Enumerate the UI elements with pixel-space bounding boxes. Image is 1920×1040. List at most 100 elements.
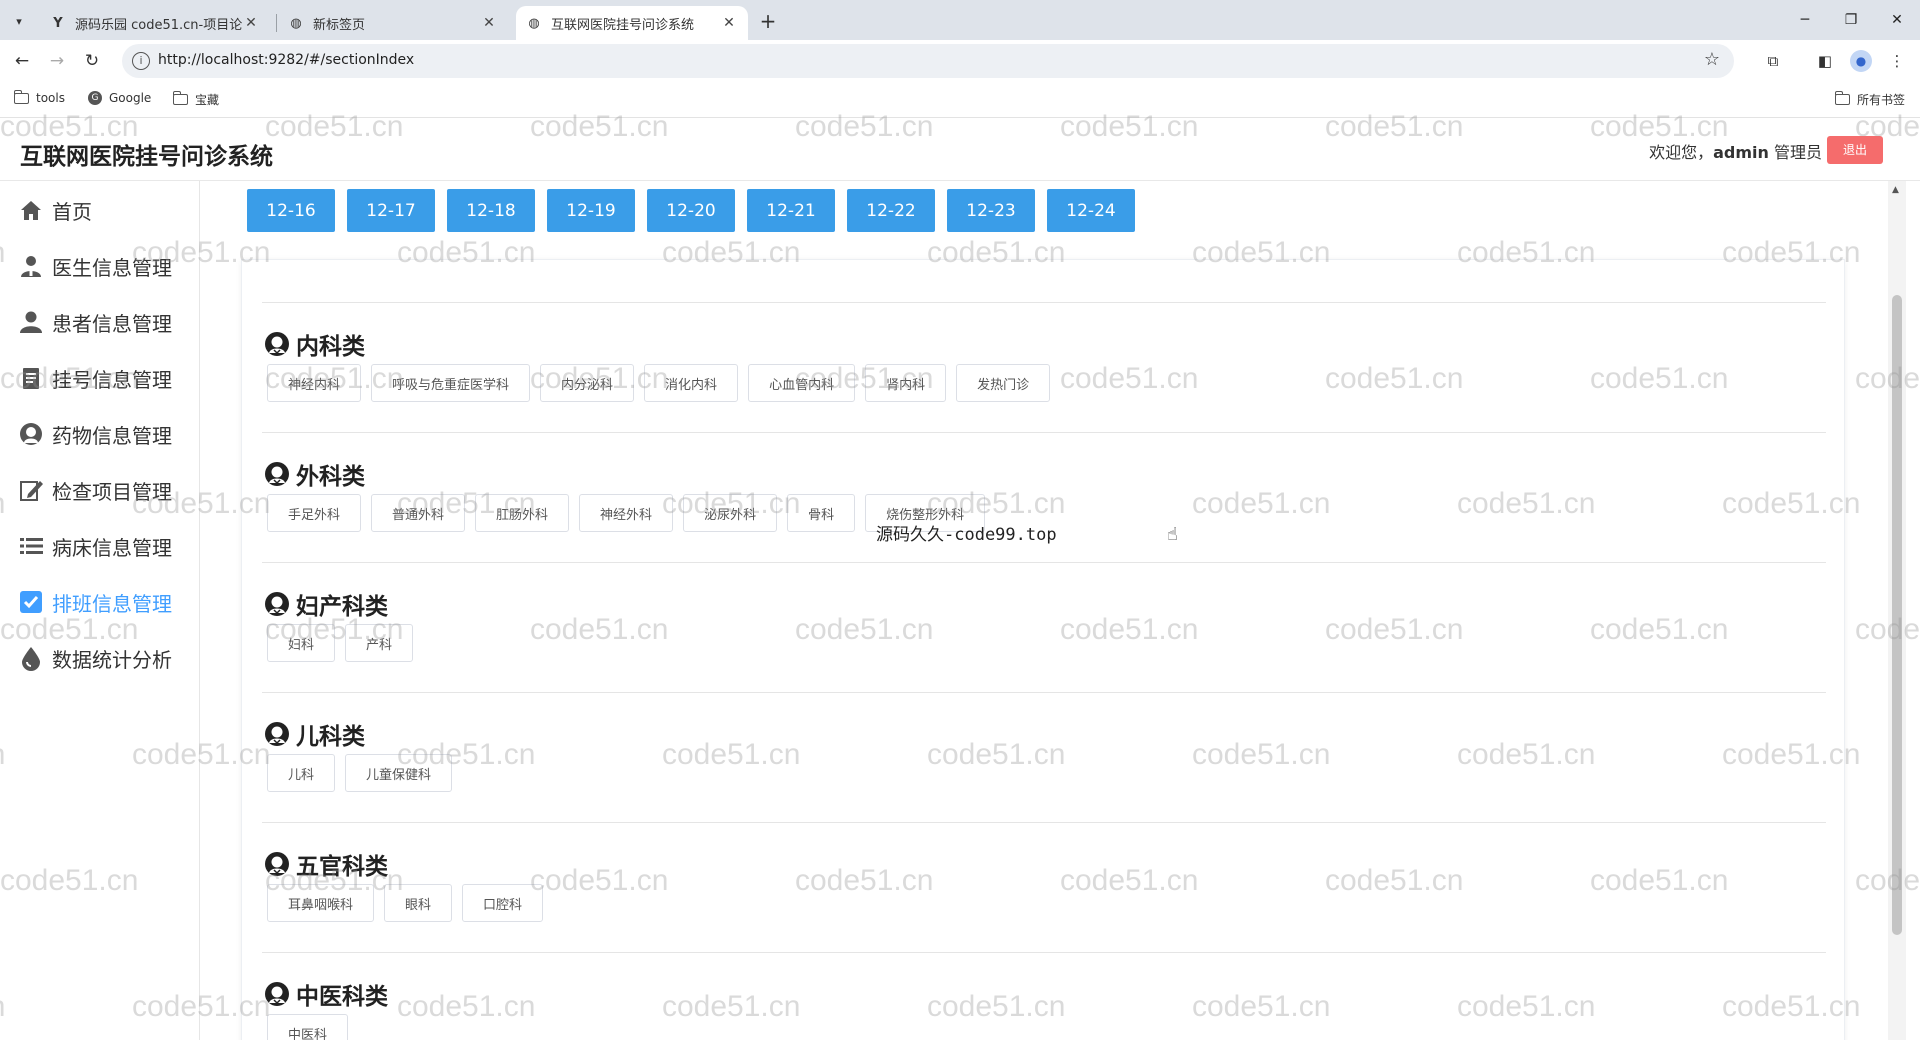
- date-button[interactable]: 12-20: [647, 189, 735, 232]
- category-section: 中医科类 中医科: [262, 952, 1826, 1040]
- tab-hospital-system[interactable]: ◍ 互联网医院挂号问诊系统 ✕: [516, 6, 748, 40]
- sidebar-item-medicine[interactable]: 药物信息管理: [18, 414, 172, 454]
- date-button[interactable]: 12-18: [447, 189, 535, 232]
- bookmark-label: 宝藏: [195, 93, 220, 107]
- tab-search-button[interactable]: ▾: [8, 10, 30, 32]
- department-button[interactable]: 神经外科: [579, 494, 674, 532]
- bookmarks-bar: tools G Google 宝藏 所有书签: [0, 82, 1920, 118]
- tab-title: 互联网医院挂号问诊系统: [551, 17, 695, 33]
- site-info-icon[interactable]: i: [132, 52, 150, 70]
- sidebar-item-stats[interactable]: 数据统计分析: [18, 638, 172, 678]
- doctor-icon: [18, 253, 44, 279]
- restore-icon[interactable]: ❐: [1836, 8, 1866, 32]
- category-title: 妇产科类: [264, 587, 388, 621]
- date-button[interactable]: 12-23: [947, 189, 1035, 232]
- sidebar-item-label: 挂号信息管理: [52, 367, 172, 392]
- department-card: 内科类 神经内科 呼吸与危重症医学科 内分泌科 消化内科 心血管内科 肾内科 发热门诊外科类手…: [241, 259, 1845, 1040]
- logout-button[interactable]: 退出: [1827, 136, 1883, 164]
- date-button[interactable]: 12-21: [747, 189, 835, 232]
- scroll-up-arrow-icon[interactable]: ▲: [1892, 185, 1899, 195]
- globe-icon: ◍: [528, 15, 540, 31]
- category-title: 中医科类: [264, 977, 388, 1011]
- yahoo-favicon-icon: Y: [53, 15, 63, 31]
- department-button[interactable]: 儿童保健科: [345, 754, 453, 792]
- sidebar-item-home[interactable]: 首页: [18, 190, 92, 230]
- date-button[interactable]: 12-16: [247, 189, 335, 232]
- date-button[interactable]: 12-17: [347, 189, 435, 232]
- reload-icon[interactable]: ↻: [80, 49, 104, 73]
- department-button[interactable]: 普通外科: [371, 494, 466, 532]
- category-name: 妇产科类: [296, 594, 388, 620]
- department-button[interactable]: 骨科: [787, 494, 856, 532]
- department-list: 中医科: [267, 1014, 358, 1040]
- bookmark-star-icon[interactable]: ☆: [1704, 49, 1720, 70]
- browser-tab-bar: ▾ Y 源码乐园 code51.cn-项目论文 ✕ ◍ 新标签页 ✕ ◍ 互联网…: [0, 0, 1920, 40]
- department-button[interactable]: 肛肠外科: [475, 494, 570, 532]
- scroll-thumb[interactable]: [1892, 295, 1902, 935]
- address-bar[interactable]: i http://localhost:9282/#/sectionIndex ☆: [122, 44, 1734, 78]
- close-icon[interactable]: ✕: [480, 15, 498, 31]
- doctor-avatar-icon: [264, 591, 290, 617]
- department-button[interactable]: 神经内科: [267, 364, 362, 402]
- category-name: 外科类: [296, 464, 365, 490]
- url-text[interactable]: http://localhost:9282/#/sectionIndex: [158, 52, 414, 68]
- date-button[interactable]: 12-19: [547, 189, 635, 232]
- sidebar-item-exam[interactable]: 检查项目管理: [18, 470, 172, 510]
- main-content: 12-16 12-17 12-18 12-19 12-20 12-21 12-22 12-23…: [222, 181, 1865, 1040]
- date-button[interactable]: 12-22: [847, 189, 935, 232]
- department-button[interactable]: 泌尿外科: [683, 494, 778, 532]
- sidebar-item-bed[interactable]: 病床信息管理: [18, 526, 172, 566]
- page-scrollbar[interactable]: ▲: [1888, 181, 1906, 1040]
- sidebar-item-label: 数据统计分析: [52, 647, 172, 672]
- date-button[interactable]: 12-24: [1047, 189, 1135, 232]
- sidebar-item-doctor[interactable]: 医生信息管理: [18, 246, 172, 286]
- sidebar-item-label: 药物信息管理: [52, 423, 172, 448]
- profile-avatar-icon[interactable]: ●: [1850, 50, 1872, 72]
- close-icon[interactable]: ✕: [720, 15, 738, 31]
- user-role: 管理员: [1773, 143, 1822, 162]
- new-tab-button[interactable]: +: [756, 9, 780, 33]
- tab-title: 新标签页: [313, 17, 366, 33]
- all-bookmarks[interactable]: 所有书签: [1834, 91, 1905, 108]
- extensions-icon[interactable]: ⧉: [1762, 50, 1784, 72]
- sidebar-item-registration[interactable]: 挂号信息管理: [18, 358, 172, 398]
- department-button[interactable]: 发热门诊: [956, 364, 1051, 402]
- side-panel-icon[interactable]: ◧: [1814, 50, 1836, 72]
- sidebar-item-schedule[interactable]: 排班信息管理: [18, 582, 172, 622]
- tab-code51[interactable]: Y 源码乐园 code51.cn-项目论文 ✕: [40, 6, 270, 40]
- tab-new-tab[interactable]: ◍ 新标签页 ✕: [278, 6, 508, 40]
- minimize-icon[interactable]: ─: [1790, 8, 1820, 32]
- department-button[interactable]: 肾内科: [865, 364, 947, 402]
- forward-arrow-icon[interactable]: →: [45, 49, 69, 73]
- bookmark-google[interactable]: G Google: [88, 91, 151, 105]
- category-section: 内科类 神经内科 呼吸与危重症医学科 内分泌科 消化内科 心血管内科 肾内科 发热门诊: [262, 302, 1826, 432]
- back-arrow-icon[interactable]: ←: [10, 49, 34, 73]
- window-close-icon[interactable]: ✕: [1882, 8, 1912, 32]
- bookmark-tools[interactable]: tools: [13, 89, 65, 105]
- sidebar-item-label: 检查项目管理: [52, 479, 172, 504]
- department-button[interactable]: 口腔科: [462, 884, 544, 922]
- department-button[interactable]: 耳鼻咽喉科: [267, 884, 375, 922]
- category-title: 外科类: [264, 457, 365, 491]
- sidebar-item-patient[interactable]: 患者信息管理: [18, 302, 172, 342]
- department-button[interactable]: 内分泌科: [540, 364, 635, 402]
- department-button[interactable]: 中医科: [267, 1014, 349, 1040]
- category-title: 内科类: [264, 327, 365, 361]
- app-title: 互联网医院挂号问诊系统: [20, 144, 273, 170]
- bookmark-treasure[interactable]: 宝藏: [172, 91, 220, 108]
- welcome-prefix: 欢迎您，: [1649, 143, 1714, 162]
- department-button[interactable]: 儿科: [267, 754, 336, 792]
- department-button[interactable]: 心血管内科: [748, 364, 856, 402]
- category-section: 五官科类 耳鼻咽喉科 眼科 口腔科: [262, 822, 1826, 952]
- close-icon[interactable]: ✕: [242, 15, 260, 31]
- sidebar-item-label: 患者信息管理: [52, 311, 172, 336]
- department-button[interactable]: 妇科: [267, 624, 336, 662]
- medicine-icon: [18, 421, 44, 447]
- department-button[interactable]: 产科: [345, 624, 414, 662]
- department-button[interactable]: 眼科: [384, 884, 453, 922]
- list-icon: [18, 533, 44, 559]
- department-button[interactable]: 手足外科: [267, 494, 362, 532]
- more-menu-icon[interactable]: ⋮: [1886, 50, 1908, 72]
- department-button[interactable]: 消化内科: [644, 364, 739, 402]
- department-button[interactable]: 呼吸与危重症医学科: [371, 364, 531, 402]
